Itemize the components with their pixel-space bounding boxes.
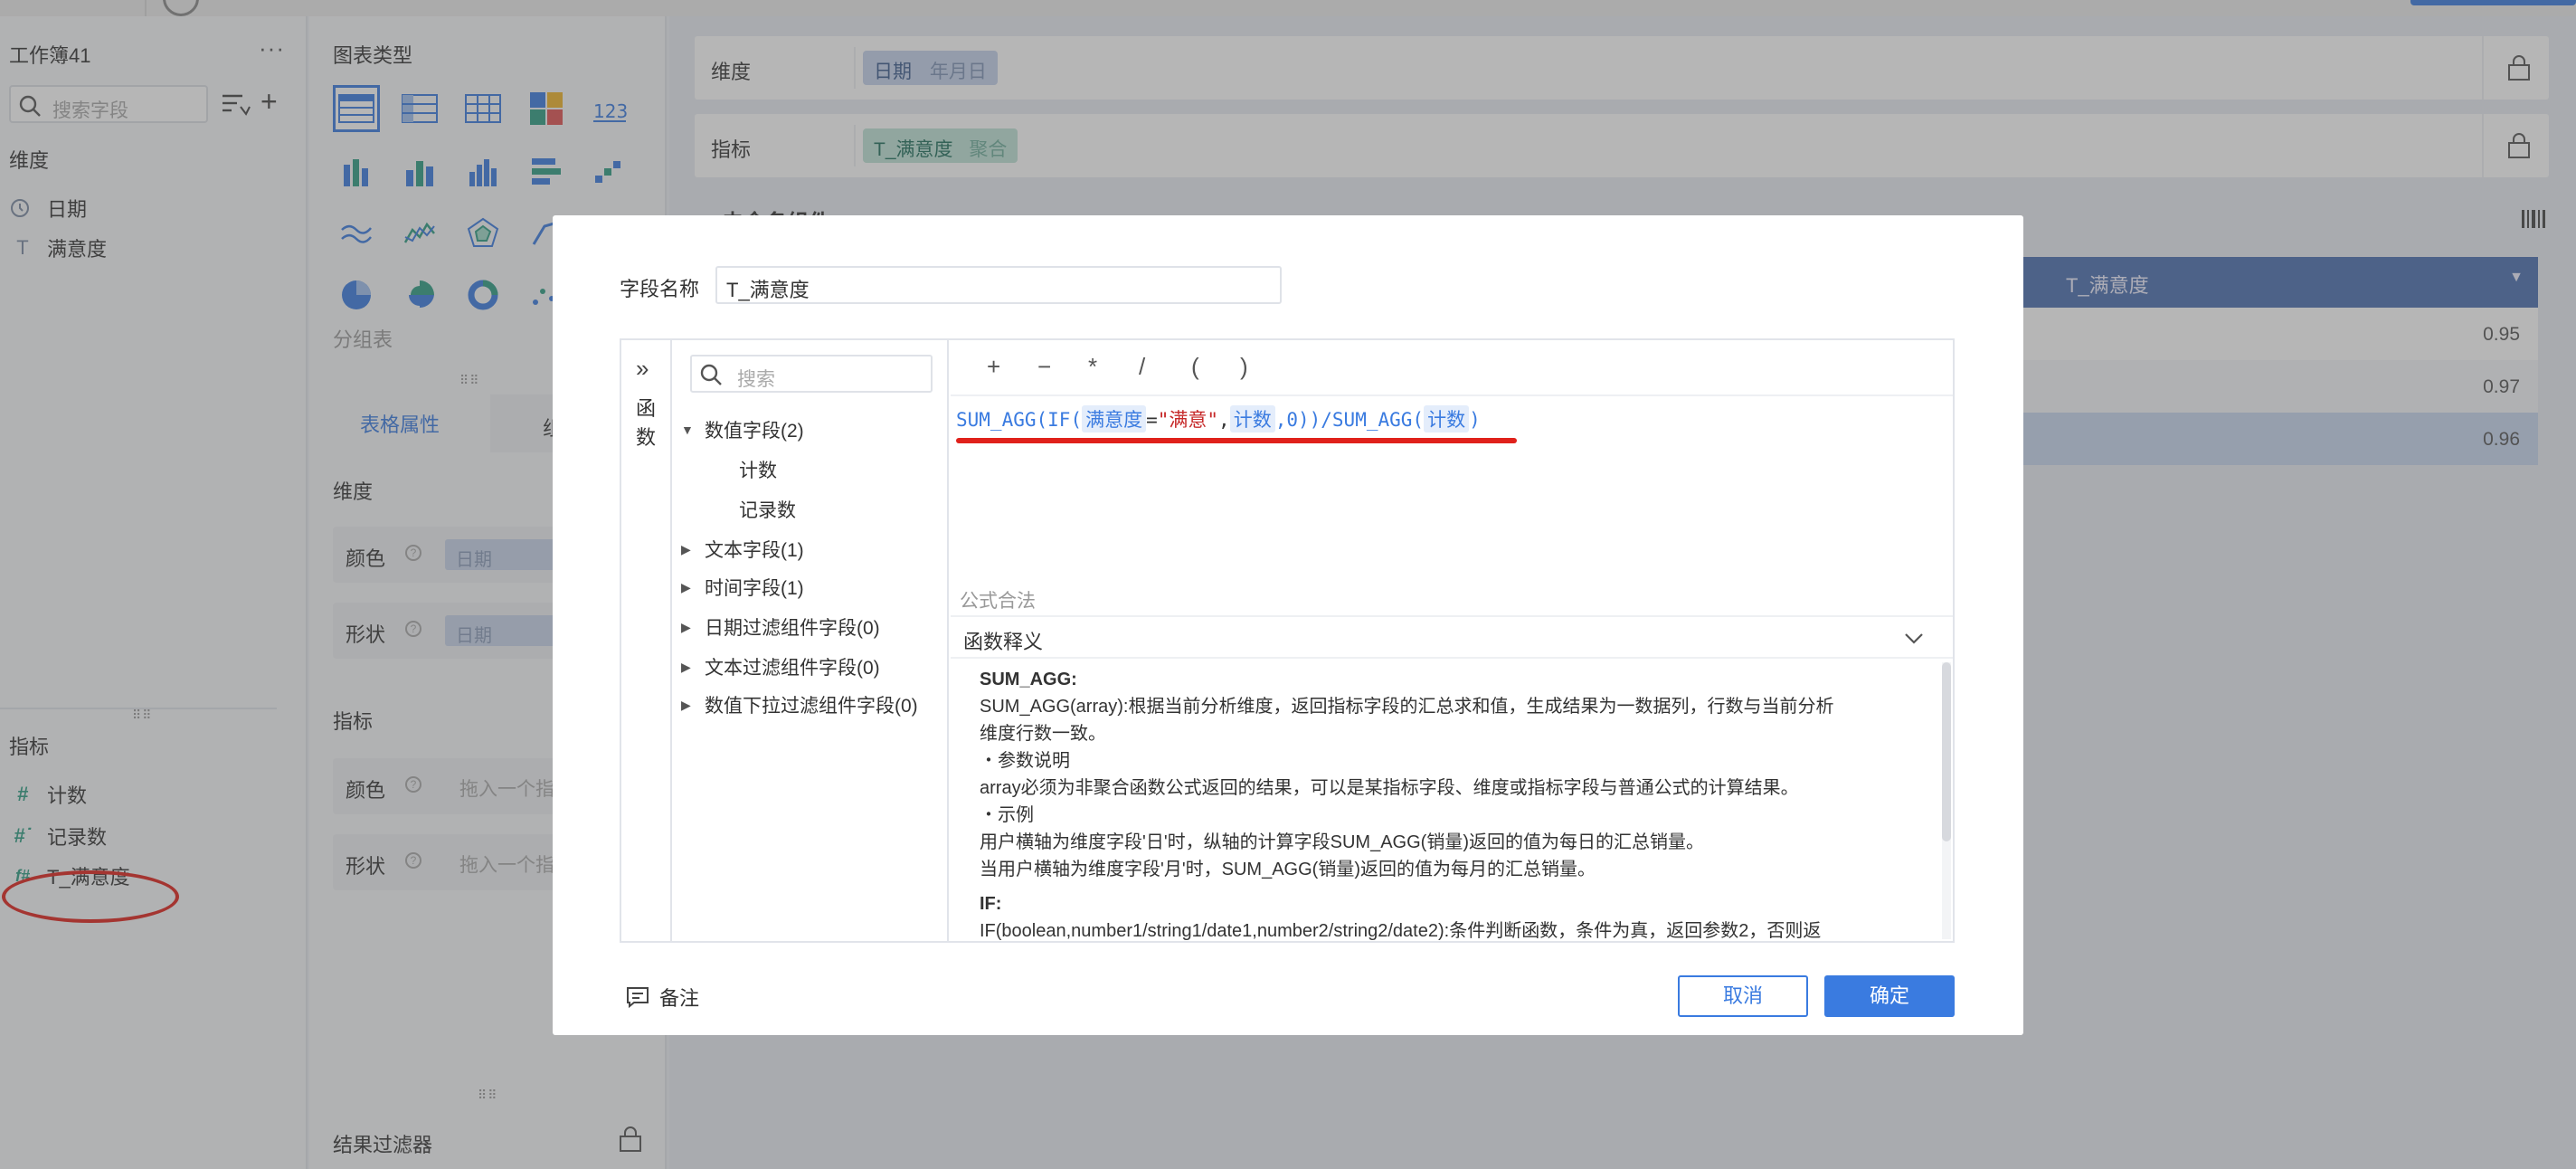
divide-operator-button[interactable]: / bbox=[1139, 353, 1145, 381]
caret-right-icon: ▶ bbox=[681, 659, 691, 674]
formula-editor: » 函数 数 搜索 ▼ 数值字段(2) 计数 记录数 ▶ 文本字段(1) ▶ 时间字段… bbox=[620, 338, 1955, 943]
plus-operator-button[interactable]: + bbox=[987, 353, 1000, 381]
field-name-input[interactable]: T_满意度 bbox=[715, 266, 1282, 304]
explain-line: 用户横轴为维度字段'日'时，纵轴的计算字段SUM_AGG(销量)返回的值为每日的… bbox=[980, 832, 1704, 852]
calculated-field-dialog: 字段名称 T_满意度 » 函数 数 搜索 ▼ 数值字段(2) 计数 记录数 ▶ 文本… bbox=[553, 215, 2023, 1035]
formula-field-token[interactable]: 计数 bbox=[1424, 405, 1470, 432]
operator-bar: + − * / ( ) bbox=[951, 340, 1953, 396]
explain-line: array必须为非聚合函数公式返回的结果，可以是某指标字段、维度或指标字段与普通… bbox=[980, 778, 1799, 798]
caret-right-icon: ▶ bbox=[681, 541, 691, 556]
formula-function: SUM_AGG( bbox=[956, 409, 1048, 431]
tree-label: 日期过滤组件字段(0) bbox=[705, 618, 880, 639]
tree-node-numeric[interactable]: ▼ 数值字段(2) bbox=[681, 416, 804, 443]
minus-operator-button[interactable]: − bbox=[1037, 353, 1051, 381]
caret-right-icon: ▶ bbox=[681, 579, 691, 594]
tree-label: 记录数 bbox=[739, 500, 796, 521]
formula-operator: = bbox=[1146, 409, 1158, 431]
tree-leaf-count[interactable]: 计数 bbox=[739, 456, 777, 483]
tree-node-date-filter[interactable]: ▶ 日期过滤组件字段(0) bbox=[681, 613, 880, 641]
function-search-input[interactable]: 搜索 bbox=[690, 355, 933, 393]
function-explain-header[interactable]: 函数释义 bbox=[951, 615, 1953, 659]
left-paren-button[interactable]: ( bbox=[1191, 353, 1199, 381]
comment-icon bbox=[627, 987, 649, 1009]
formula-text[interactable]: SUM_AGG(IF(满意度 ="满意", 计数 ,0))/SUM_AGG(计数) bbox=[956, 405, 1481, 432]
annotation-underline bbox=[956, 438, 1517, 443]
formula-comma: , bbox=[1218, 409, 1230, 431]
caret-right-icon: ▶ bbox=[681, 697, 691, 712]
right-paren-button[interactable]: ) bbox=[1240, 353, 1248, 381]
explain-line: ・示例 bbox=[980, 805, 1034, 825]
double-chevron-right-icon[interactable]: » bbox=[636, 355, 649, 383]
explain-line: 当用户横轴为维度字段'月'时，SUM_AGG(销量)返回的值为每月的汇总销量。 bbox=[980, 860, 1596, 879]
tree-node-text[interactable]: ▶ 文本字段(1) bbox=[681, 536, 804, 563]
function-rail[interactable]: » 函数 数 bbox=[621, 340, 672, 941]
formula-function: IF( bbox=[1047, 409, 1083, 431]
rail-label: 函数 bbox=[636, 397, 657, 449]
formula-close: ) bbox=[1469, 409, 1481, 431]
tree-label: 时间字段(1) bbox=[705, 578, 804, 599]
field-name-label: 字段名称 bbox=[620, 278, 700, 300]
tree-label: 数值字段(2) bbox=[705, 421, 804, 442]
function-search-placeholder: 搜索 bbox=[737, 369, 775, 390]
explain-line: IF(boolean,number1/string1/date1,number2… bbox=[980, 921, 1822, 941]
search-icon bbox=[700, 364, 722, 385]
multiply-operator-button[interactable]: * bbox=[1088, 353, 1097, 381]
tree-node-text-filter[interactable]: ▶ 文本过滤组件字段(0) bbox=[681, 653, 880, 680]
explain-heading: SUM_AGG: bbox=[980, 670, 1077, 689]
function-explain-title: 函数释义 bbox=[963, 631, 1044, 653]
tree-label: 数值下拉过滤组件字段(0) bbox=[705, 696, 918, 717]
explain-line: ・参数说明 bbox=[980, 751, 1070, 771]
explain-line: SUM_AGG(array):根据当前分析维度，返回指标字段的汇总求和值，生成结… bbox=[980, 697, 1834, 717]
explain-heading: IF: bbox=[980, 894, 1002, 914]
tree-node-dropdown-filter[interactable]: ▶ 数值下拉过滤组件字段(0) bbox=[681, 691, 918, 718]
chevron-down-icon[interactable] bbox=[1902, 626, 1926, 650]
explain-line: 维度行数一致。 bbox=[980, 724, 1106, 744]
tree-label: 文本字段(1) bbox=[705, 540, 804, 561]
note-label: 备注 bbox=[659, 987, 700, 1010]
tree-label: 计数 bbox=[739, 461, 777, 481]
formula-tail: ,0))/SUM_AGG( bbox=[1274, 409, 1425, 431]
cancel-button[interactable]: 取消 bbox=[1678, 975, 1808, 1017]
formula-field-token[interactable]: 计数 bbox=[1229, 405, 1275, 432]
field-tree-panel: 搜索 ▼ 数值字段(2) 计数 记录数 ▶ 文本字段(1) ▶ 时间字段(1) ▶ 日期… bbox=[674, 340, 949, 941]
tree-node-time[interactable]: ▶ 时间字段(1) bbox=[681, 574, 804, 601]
caret-right-icon: ▶ bbox=[681, 619, 691, 634]
explain-scrollbar-thumb[interactable] bbox=[1942, 662, 1951, 841]
formula-status: 公式合法 bbox=[960, 591, 1036, 612]
confirm-button[interactable]: 确定 bbox=[1824, 975, 1955, 1017]
formula-string: "满意" bbox=[1157, 409, 1219, 431]
caret-down-icon: ▼ bbox=[681, 423, 694, 437]
tree-leaf-record-count[interactable]: 记录数 bbox=[739, 496, 796, 523]
tree-label: 文本过滤组件字段(0) bbox=[705, 658, 880, 679]
function-explain-content: SUM_AGG: SUM_AGG(array):根据当前分析维度，返回指标字段的… bbox=[980, 666, 1902, 941]
note-button[interactable]: 备注 bbox=[625, 983, 699, 1012]
formula-field-token[interactable]: 满意度 bbox=[1082, 405, 1147, 432]
